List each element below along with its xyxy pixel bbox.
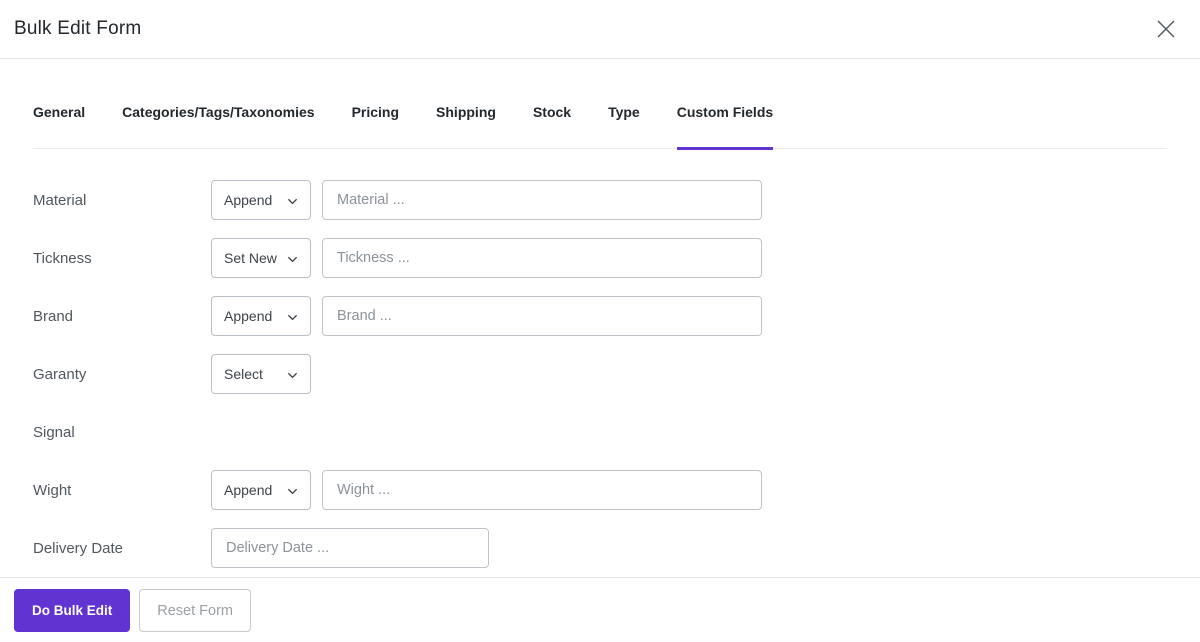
wight-mode-value: Append [224, 482, 273, 498]
reset-form-button[interactable]: Reset Form [139, 589, 251, 632]
brand-mode-value: Append [224, 308, 273, 324]
tab-pricing[interactable]: Pricing [352, 104, 399, 150]
material-label: Material [33, 191, 87, 209]
do-bulk-edit-button[interactable]: Do Bulk Edit [14, 589, 131, 632]
brand-row: Brand Append [33, 287, 1200, 345]
tab-bar: General Categories/Tags/Taxonomies Prici… [33, 59, 1167, 150]
delivery-date-label: Delivery Date [33, 539, 124, 557]
tab-custom-fields[interactable]: Custom Fields [676, 104, 774, 150]
tickness-row: Tickness Set New [33, 229, 1200, 287]
material-row: Material Append [33, 171, 1200, 229]
material-mode-select[interactable]: Append [211, 180, 311, 220]
garanty-mode-select[interactable]: Select [211, 354, 311, 394]
material-input[interactable] [322, 180, 762, 220]
tickness-mode-select[interactable]: Set New [211, 238, 311, 278]
signal-label: Signal [33, 423, 75, 441]
chevron-down-icon [288, 372, 297, 378]
tickness-input[interactable] [322, 238, 762, 278]
brand-mode-select[interactable]: Append [211, 296, 311, 336]
close-icon [1157, 20, 1175, 38]
garanty-mode-value: Select [224, 366, 263, 382]
brand-label: Brand [33, 307, 74, 325]
wight-label: Wight [33, 481, 72, 499]
garanty-row: Garanty Select [33, 345, 1200, 403]
custom-fields-form: Material Append Tickness Set New Brand A… [0, 149, 1200, 577]
tab-stock[interactable]: Stock [533, 104, 571, 150]
chevron-down-icon [288, 488, 297, 494]
tab-general[interactable]: General [33, 104, 85, 150]
tickness-mode-value: Set New [224, 250, 277, 266]
tab-categories-tags-taxonomies[interactable]: Categories/Tags/Taxonomies [122, 104, 314, 150]
chevron-down-icon [288, 256, 297, 262]
delivery-date-input[interactable] [211, 528, 489, 568]
wight-input[interactable] [322, 470, 762, 510]
page-title: Bulk Edit Form [14, 18, 142, 39]
garanty-label: Garanty [33, 365, 87, 383]
delivery-date-row: Delivery Date [33, 519, 1200, 577]
modal-footer: Do Bulk Edit Reset Form [0, 577, 1200, 642]
material-mode-value: Append [224, 192, 273, 208]
chevron-down-icon [288, 314, 297, 320]
brand-input[interactable] [322, 296, 762, 336]
modal-header: Bulk Edit Form [0, 0, 1200, 59]
tickness-label: Tickness [33, 249, 92, 267]
chevron-down-icon [288, 198, 297, 204]
wight-mode-select[interactable]: Append [211, 470, 311, 510]
tab-shipping[interactable]: Shipping [436, 104, 496, 150]
wight-row: Wight Append [33, 461, 1200, 519]
tab-type[interactable]: Type [608, 104, 640, 150]
signal-row: Signal [33, 403, 1200, 461]
close-button[interactable] [1150, 13, 1182, 45]
